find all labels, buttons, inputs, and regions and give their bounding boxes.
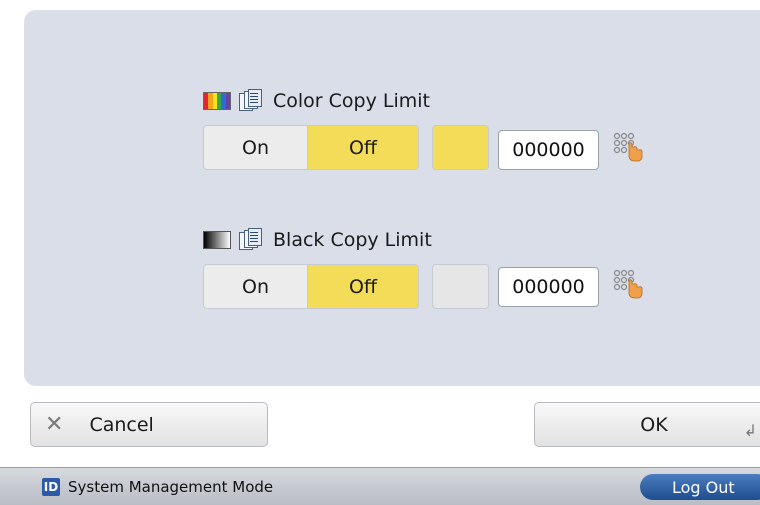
black-limit-value-field[interactable]: 000000 (498, 267, 599, 307)
color-copy-limit-title: Color Copy Limit (273, 90, 430, 112)
enter-icon: ↲ (743, 421, 757, 440)
cancel-button[interactable]: ✕ Cancel (30, 402, 268, 447)
keypad-icon[interactable] (612, 131, 646, 165)
ok-label: OK (640, 413, 668, 436)
color-limit-status-swatch (432, 125, 489, 170)
settings-panel (24, 10, 760, 386)
documents-icon (239, 228, 263, 252)
ok-button[interactable]: OK ↲ (534, 402, 760, 447)
cancel-label: Cancel (89, 413, 154, 436)
documents-icon (239, 89, 263, 113)
keypad-icon[interactable] (612, 268, 646, 302)
black-limit-status-swatch (432, 264, 489, 309)
color-limit-on-button[interactable]: On (203, 125, 308, 170)
color-limit-toggle: On Off (203, 125, 419, 170)
color-limit-value-field[interactable]: 000000 (498, 130, 599, 170)
black-copy-limit-title: Black Copy Limit (273, 229, 432, 251)
black-limit-off-button[interactable]: Off (308, 264, 419, 309)
close-icon: ✕ (45, 412, 64, 437)
status-bar: ID System Management Mode Log Out (0, 467, 760, 505)
color-copy-limit-heading: Color Copy Limit (203, 86, 430, 116)
black-limit-toggle: On Off (203, 264, 419, 309)
color-limit-off-button[interactable]: Off (308, 125, 419, 170)
black-limit-on-button[interactable]: On (203, 264, 308, 309)
color-bars-icon (203, 92, 231, 110)
mode-status-text: System Management Mode (68, 477, 274, 496)
black-copy-limit-heading: Black Copy Limit (203, 225, 432, 255)
black-gradient-icon (203, 231, 231, 249)
id-icon: ID (42, 477, 60, 496)
logout-button[interactable]: Log Out (640, 474, 760, 500)
